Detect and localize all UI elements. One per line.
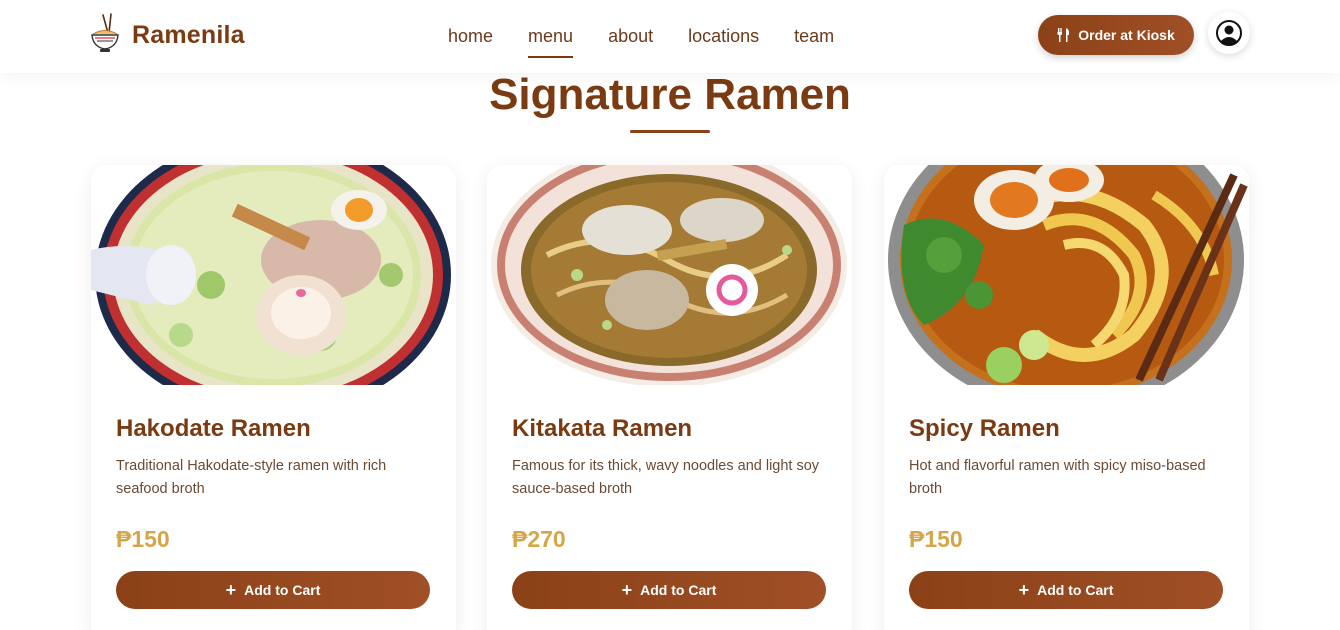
add-to-cart-label: Add to Cart [1037,582,1114,598]
order-at-kiosk-label: Order at Kiosk [1078,27,1175,43]
add-to-cart-label: Add to Cart [244,582,321,598]
card-description: Famous for its thick, wavy noodles and l… [512,458,820,497]
title-underline [630,130,710,133]
nav-menu[interactable]: menu [528,25,574,58]
spicy-ramen-photo [884,165,1249,385]
card-description: Traditional Hakodate-style ramen with ri… [116,458,387,497]
card-title: Kitakata Ramen [512,415,693,442]
hakodate-ramen-photo [91,165,456,385]
add-to-cart-button[interactable]: + Add to Cart [512,571,826,609]
utensils-icon [1057,28,1070,42]
order-at-kiosk-button[interactable]: Order at Kiosk [1038,15,1194,55]
kitakata-ramen-photo [487,165,852,385]
nav-locations[interactable]: locations [688,25,759,52]
nav-team[interactable]: team [794,25,834,52]
plus-icon: + [621,580,633,600]
card-title: Hakodate Ramen [116,415,311,442]
brand[interactable]: Ramenila [89,13,245,57]
user-circle-icon [1216,20,1242,46]
menu-card-hakodate: Hakodate Ramen Traditional Hakodate-styl… [91,165,456,630]
plus-icon: + [1018,580,1030,600]
card-price: ₱270 [512,526,566,552]
card-price: ₱150 [909,526,963,552]
card-title: Spicy Ramen [909,415,1060,442]
add-to-cart-button[interactable]: + Add to Cart [909,571,1223,609]
add-to-cart-button[interactable]: + Add to Cart [116,571,430,609]
card-price: ₱150 [116,526,170,552]
brand-name: Ramenila [132,20,245,49]
page: Ramenila home menu about locations team … [0,0,1340,630]
add-to-cart-label: Add to Cart [640,582,717,598]
nav-home[interactable]: home [448,25,493,52]
plus-icon: + [225,580,237,600]
section-title: Signature Ramen [489,70,851,119]
nav-about[interactable]: about [608,25,653,52]
menu-card-spicy: Spicy Ramen Hot and flavorful ramen with… [884,165,1249,630]
top-navigation-bar: Ramenila home menu about locations team … [0,0,1340,73]
menu-card-kitakata: Kitakata Ramen Famous for its thick, wav… [487,165,852,630]
user-account-button[interactable] [1208,12,1250,54]
main-nav: home menu about locations team [448,25,869,58]
ramen-bowl-icon [91,13,119,52]
card-description: Hot and flavorful ramen with spicy miso-… [909,458,1206,497]
